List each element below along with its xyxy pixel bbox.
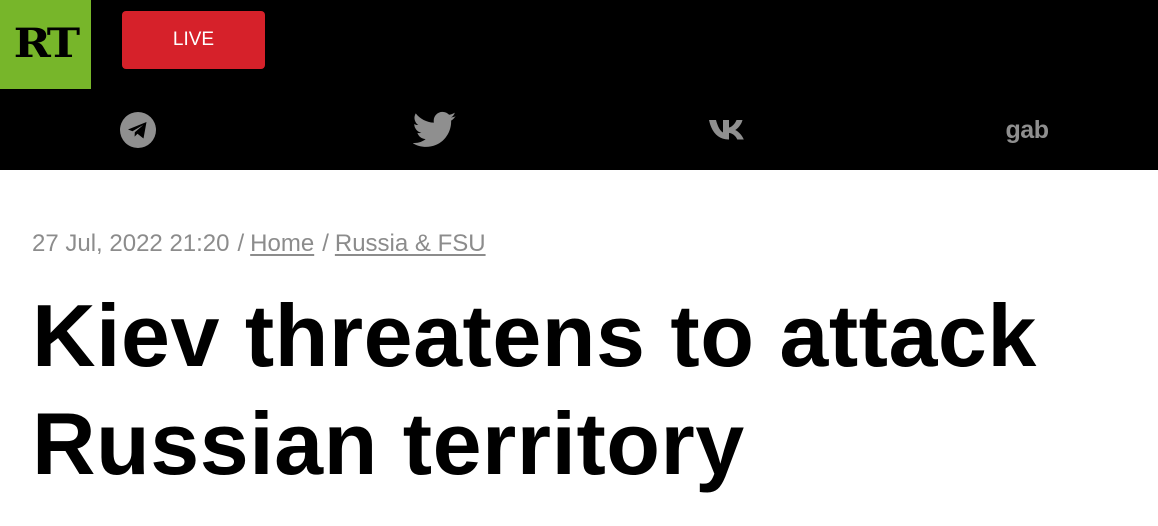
top-header-bar: RT LIVE gab [0, 0, 1158, 170]
breadcrumb-separator: / [322, 230, 329, 257]
rt-logo-text: RT [13, 19, 80, 67]
breadcrumb-separator: / [237, 230, 245, 257]
telegram-share-button[interactable] [116, 110, 160, 150]
twitter-share-button[interactable] [413, 110, 457, 150]
gab-share-button[interactable]: gab [1002, 110, 1052, 150]
article-timestamp: 27 Jul, 2022 21:20 [32, 230, 230, 257]
rt-logo[interactable]: RT [0, 0, 91, 89]
vk-icon [709, 120, 744, 140]
vk-share-button[interactable] [708, 110, 752, 150]
article-meta: 27 Jul, 2022 21:20/Home / Russia & FSU [32, 230, 486, 258]
article-headline: Kiev threatens to attack Russian territo… [32, 286, 1037, 493]
live-button[interactable]: LIVE [122, 11, 265, 69]
breadcrumb-section-link[interactable]: Russia & FSU [335, 230, 486, 257]
telegram-icon [120, 112, 156, 148]
twitter-icon [413, 111, 457, 147]
gab-icon: gab [1005, 115, 1049, 144]
breadcrumb-home-link[interactable]: Home [250, 230, 314, 257]
